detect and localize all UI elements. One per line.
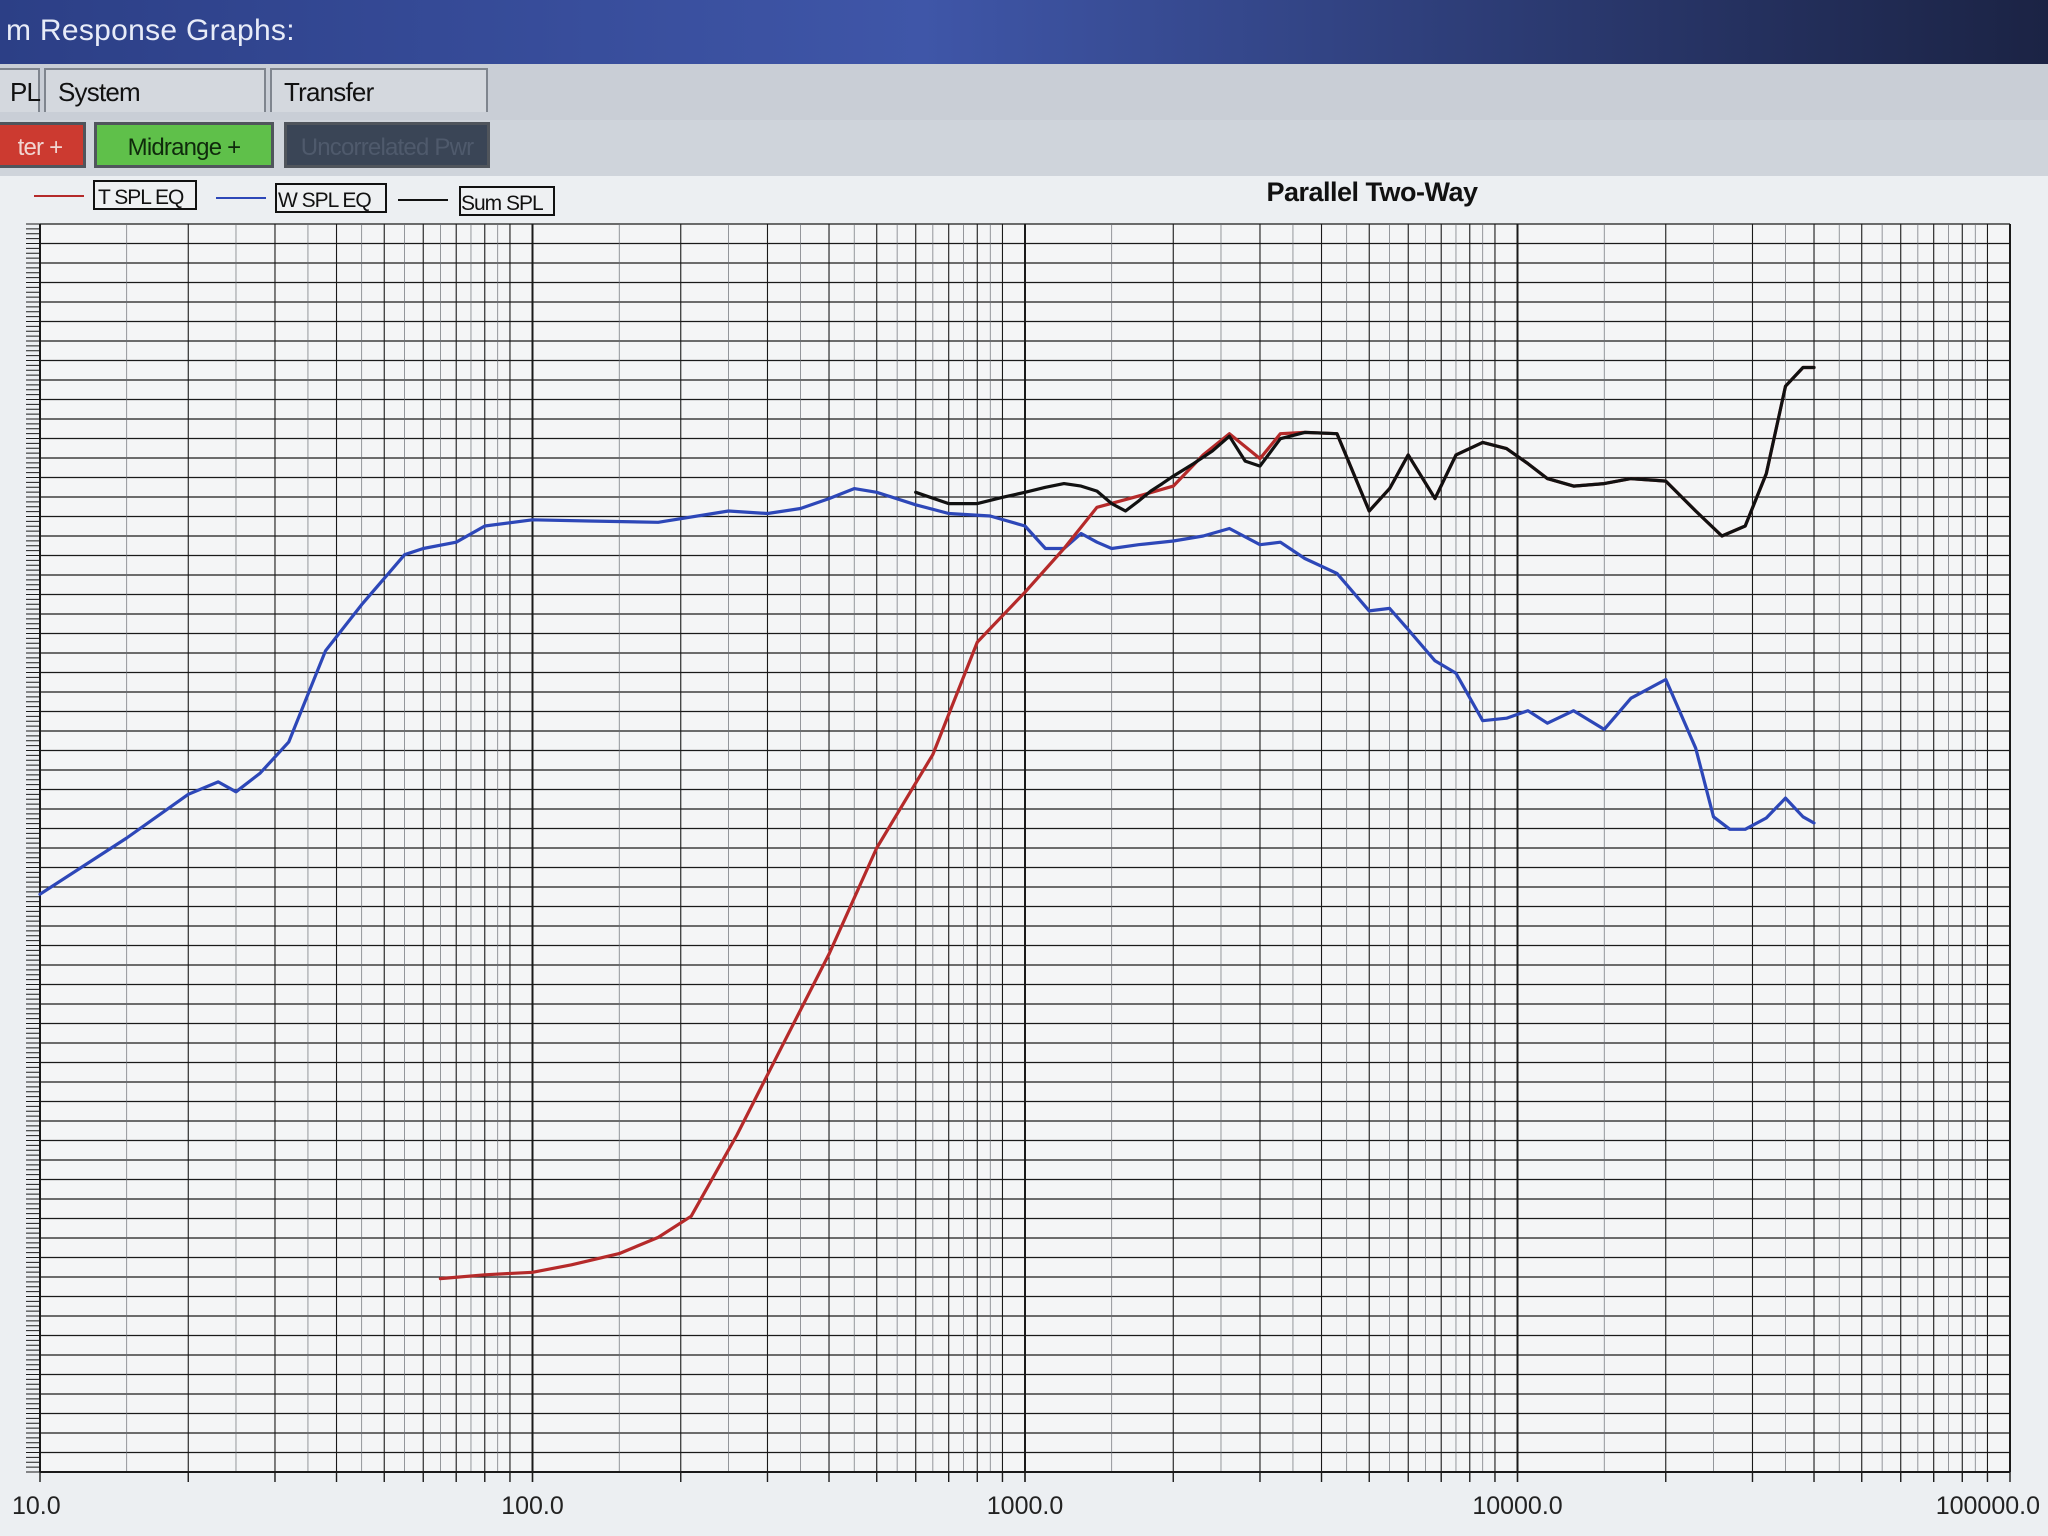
x-tick-labels: 10.0 100.0 1000.0 10000.0 100000.0 bbox=[12, 1492, 2040, 1520]
tab-bar: PL System Impedance Transfer Functions bbox=[0, 64, 2048, 151]
chart-grid bbox=[26, 223, 2011, 1482]
x-tick-label: 100.0 bbox=[501, 1492, 564, 1520]
tweeter-button[interactable]: ter + bbox=[0, 122, 86, 168]
window-title: m Response Graphs: bbox=[6, 14, 295, 47]
tab-transfer-functions[interactable]: Transfer Functions bbox=[270, 68, 488, 151]
toolbar: ter + Midrange + Uncorrelated Pwr bbox=[0, 120, 2048, 176]
x-tick-label: 10000.0 bbox=[1472, 1492, 1562, 1520]
tab-system-impedance[interactable]: System Impedance bbox=[44, 68, 266, 151]
chart-area: 10.0 100.0 1000.0 10000.0 100000.0 Parallel … bbox=[0, 176, 2048, 1536]
midrange-button[interactable]: Midrange + bbox=[94, 122, 274, 168]
chart-legend: T SPL EQ W SPL EQ Sum SPL bbox=[34, 180, 555, 216]
spl-chart: 10.0 100.0 1000.0 10000.0 100000.0 Parallel … bbox=[12, 177, 2040, 1520]
uncorrelated-power-button[interactable]: Uncorrelated Pwr bbox=[284, 122, 490, 168]
legend-label-w-spl-eq: W SPL EQ bbox=[278, 189, 371, 212]
x-tick-label: 100000.0 bbox=[1936, 1492, 2040, 1520]
window-titlebar: m Response Graphs: bbox=[0, 0, 2048, 64]
chart-title: Parallel Two-Way bbox=[1266, 177, 1478, 207]
tab-spl[interactable]: PL bbox=[0, 68, 41, 112]
x-tick-label: 1000.0 bbox=[987, 1492, 1063, 1520]
legend-label-t-spl-eq: T SPL EQ bbox=[98, 186, 184, 209]
x-tick-label: 10.0 bbox=[12, 1492, 61, 1520]
legend-label-sum-spl: Sum SPL bbox=[461, 192, 543, 215]
